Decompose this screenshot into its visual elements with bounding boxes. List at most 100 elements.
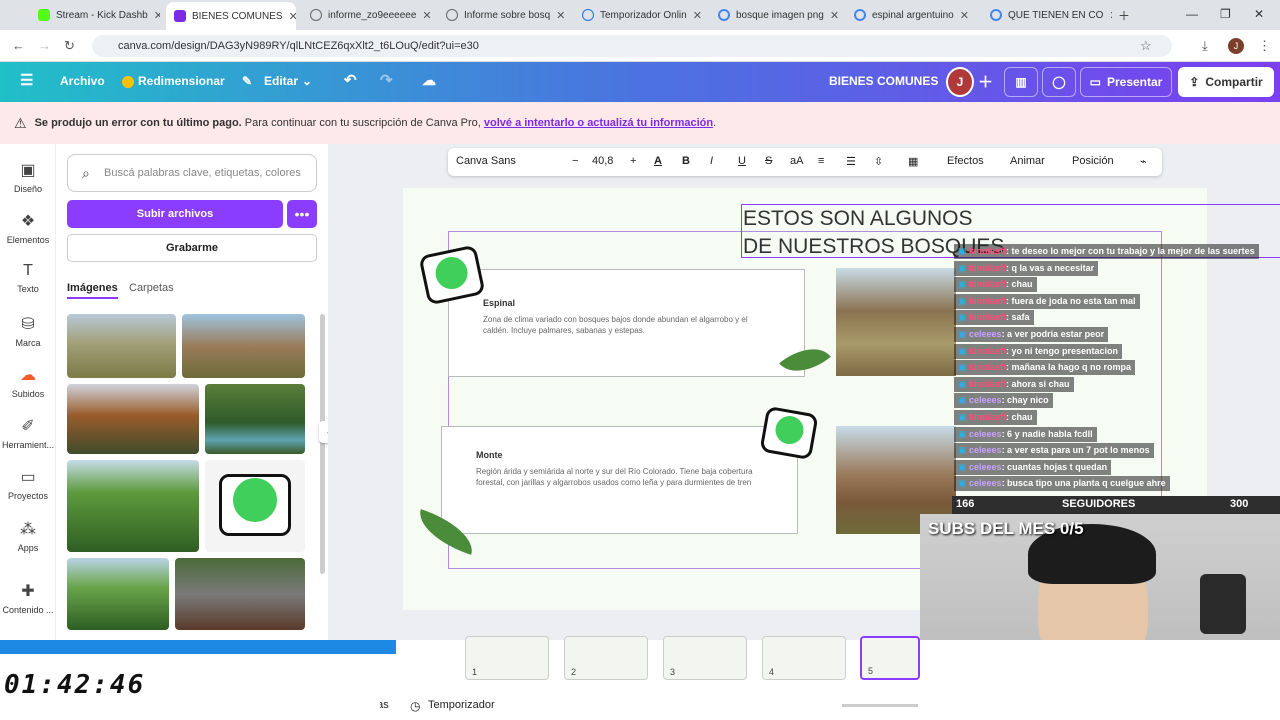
share-button[interactable]: ⇪ Compartir (1178, 67, 1274, 97)
rail-item-content[interactable]: ✚ Contenido ... (0, 581, 56, 615)
timer-button[interactable]: Temporizador (428, 699, 495, 711)
strikethrough-icon[interactable]: S (765, 155, 772, 167)
align-icon[interactable]: ≡ (818, 155, 824, 167)
back-icon[interactable]: ← (12, 38, 25, 53)
bookmark-icon[interactable]: ☆ (1140, 38, 1152, 54)
rail-item-tools[interactable]: ✐ Herramient... (0, 416, 56, 450)
increase-size-icon[interactable]: + (630, 155, 636, 167)
upload-files-button[interactable]: Subir archivos (67, 200, 283, 228)
present-button[interactable]: ▭ Presentar (1080, 67, 1172, 97)
chat-text: : chau (1006, 279, 1033, 290)
new-tab-icon[interactable]: ＋ (1118, 7, 1130, 24)
browser-tab-6[interactable]: espinal argentuino ✕ (846, 4, 976, 26)
image-thumbnail[interactable] (67, 460, 199, 552)
retry-payment-link[interactable]: volvé a intentarlo o actualizá tu inform… (484, 117, 713, 129)
comments-icon[interactable]: ◯ (1042, 67, 1076, 97)
close-tab-icon[interactable]: ✕ (556, 9, 565, 22)
resize-button[interactable]: Redimensionar (138, 74, 225, 88)
redo-icon[interactable]: ↷ (380, 71, 393, 89)
browser-tab-3[interactable]: Informe sobre bosq ✕ (438, 4, 568, 26)
browser-tab-1[interactable]: BIENES COMUNES ✕ (166, 2, 296, 30)
sticker-thumbnail[interactable] (205, 460, 305, 552)
font-size-input[interactable]: 40,8 (592, 155, 613, 167)
platform-badge-icon: ▣ (958, 246, 970, 256)
transparency-icon[interactable]: ▦ (908, 155, 918, 168)
image-thumbnail[interactable] (67, 558, 169, 630)
page-thumbnail-2[interactable]: 2 (564, 636, 648, 680)
rail-item-uploads[interactable]: ☁ Subidos (0, 365, 56, 399)
forward-icon[interactable]: → (38, 38, 51, 53)
rail-item-text[interactable]: T Texto (0, 262, 56, 294)
add-collaborator-icon[interactable]: ＋ (978, 71, 993, 92)
reload-icon[interactable]: ↻ (64, 38, 75, 54)
browser-tab-7[interactable]: QUE TIENEN EN CO✕ (982, 4, 1112, 26)
font-family-select[interactable]: Canva Sans (456, 155, 556, 167)
edit-menu[interactable]: Editar (264, 74, 298, 88)
bold-icon[interactable]: B (682, 155, 690, 167)
chat-message: ▣ kinolasff: chau (954, 410, 1037, 425)
image-thumbnail[interactable] (205, 384, 305, 454)
close-tab-icon[interactable]: ✕ (154, 9, 160, 22)
panel-scrollbar[interactable] (320, 314, 325, 574)
design-title[interactable]: BIENES COMUNES (829, 74, 938, 88)
search-input[interactable]: Buscá palabras clave, etiquetas, colores (67, 154, 317, 192)
image-thumbnail[interactable] (182, 314, 305, 378)
browser-menu-icon[interactable]: ⋮ (1258, 38, 1271, 54)
rail-item-elements[interactable]: ❖ Elementos (0, 211, 56, 245)
browser-tab-0[interactable]: Stream - Kick Dashb ✕ (30, 4, 160, 26)
close-tab-icon[interactable]: ✕ (289, 10, 296, 23)
countdown-clock: 01:42:46 (4, 670, 146, 700)
file-menu[interactable]: Archivo (60, 74, 105, 88)
spacing-icon[interactable]: ⇳ (874, 155, 883, 168)
rail-item-projects[interactable]: ▭ Proyectos (0, 467, 56, 501)
browser-tab-4[interactable]: Temporizador Onlin ✕ (574, 4, 704, 26)
google-icon (854, 9, 866, 21)
close-window-icon[interactable]: ✕ (1254, 7, 1264, 21)
close-tab-icon[interactable]: ✕ (422, 9, 431, 22)
collaborator-avatar[interactable]: J (946, 67, 974, 97)
browser-tab-5[interactable]: bosque imagen png ✕ (710, 4, 840, 26)
profile-avatar[interactable]: J (1228, 38, 1244, 54)
image-thumbnail[interactable] (67, 314, 176, 378)
page-thumbnail-3[interactable]: 3 (663, 636, 747, 680)
close-tab-icon[interactable]: ✕ (1109, 9, 1112, 22)
close-tab-icon[interactable]: ✕ (693, 9, 702, 22)
undo-icon[interactable]: ↶ (344, 71, 357, 89)
mascot-sticker[interactable] (759, 405, 819, 461)
letter-case-icon[interactable]: aA (790, 155, 803, 167)
record-yourself-button[interactable]: Grabarme (67, 234, 317, 262)
image-thumbnail[interactable] (175, 558, 305, 630)
download-icon[interactable]: ⤓ (1202, 38, 1208, 54)
rail-item-design[interactable]: ▣ Diseño (0, 160, 56, 194)
espinal-photo[interactable] (836, 268, 956, 376)
browser-tab-2[interactable]: informe_zo9eeeeee ✕ (302, 4, 432, 26)
text-color-icon[interactable]: A (654, 155, 662, 167)
underline-icon[interactable]: U (738, 155, 746, 167)
italic-icon[interactable]: I (710, 155, 713, 167)
image-thumbnail[interactable] (67, 384, 199, 454)
google-icon (990, 9, 1002, 21)
minimize-icon[interactable]: — (1186, 7, 1198, 21)
rail-item-brand[interactable]: ⛁ Marca (0, 314, 56, 348)
more-options-icon[interactable]: ••• (287, 200, 317, 228)
page-thumbnail-1[interactable]: 1 (465, 636, 549, 680)
url-field[interactable]: canva.com/design/DAG3yN989RY/qlLNtCEZ6qx… (92, 35, 1172, 57)
format-painter-icon[interactable]: ⌁ (1140, 155, 1147, 168)
hamburger-menu-icon[interactable]: ☰ (20, 71, 33, 89)
page-thumbnail-5[interactable]: 5 (860, 636, 920, 680)
animate-button[interactable]: Animar (1010, 155, 1045, 167)
close-tab-icon[interactable]: ✕ (830, 9, 839, 22)
page-thumbnail-4[interactable]: 4 (762, 636, 846, 680)
effects-button[interactable]: Efectos (947, 155, 984, 167)
decrease-size-icon[interactable]: − (572, 155, 578, 167)
position-button[interactable]: Posición (1072, 155, 1114, 167)
maximize-icon[interactable]: ❐ (1220, 7, 1231, 21)
list-icon[interactable]: ☰ (846, 155, 856, 168)
zoom-slider[interactable] (842, 704, 918, 707)
rail-item-apps[interactable]: ⁂ Apps (0, 519, 56, 553)
monthly-subs-counter: SUBS DEL MES 0/5 (928, 519, 1084, 538)
close-tab-icon[interactable]: ✕ (960, 9, 969, 22)
analytics-icon[interactable]: ▥ (1004, 67, 1038, 97)
tab-images[interactable]: Imágenes (67, 282, 118, 299)
tab-folders[interactable]: Carpetas (129, 282, 174, 294)
